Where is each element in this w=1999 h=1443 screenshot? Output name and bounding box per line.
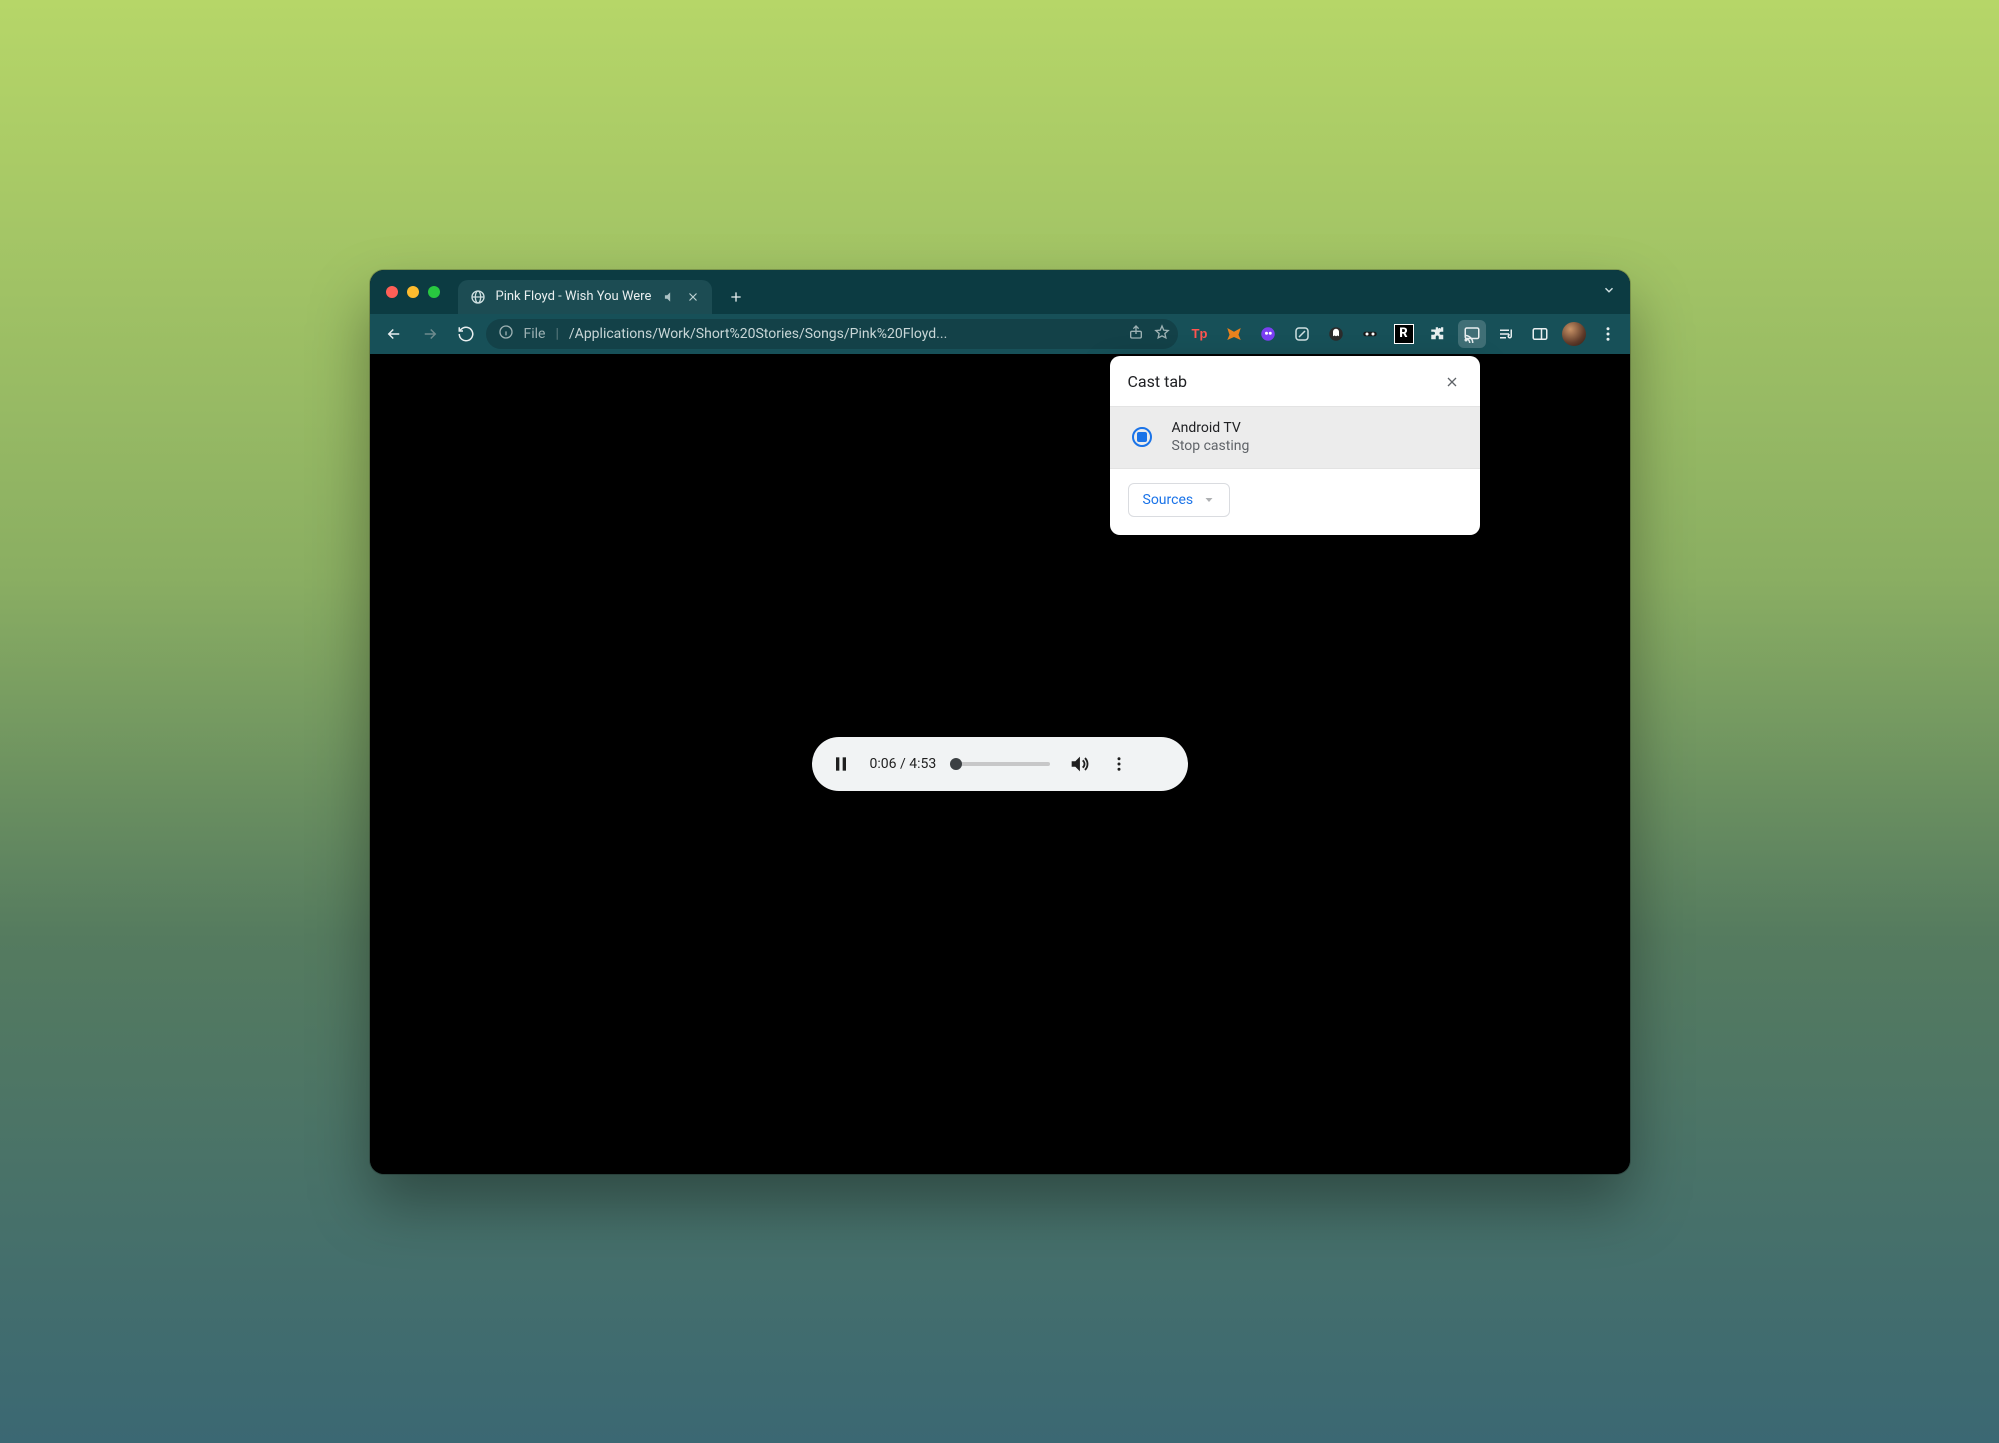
extension-row: Tp R [1182,320,1622,348]
minimize-window-button[interactable] [407,286,419,298]
chrome-window: Pink Floyd - Wish You Were [370,270,1630,1174]
site-info-icon[interactable] [498,324,514,344]
extension-tp[interactable]: Tp [1186,320,1214,348]
back-button[interactable] [378,318,410,350]
cast-device-name: Android TV [1172,419,1250,438]
cast-popup: Cast tab Android TV Stop casting Sources [1110,356,1480,536]
seek-slider[interactable] [954,762,1050,766]
cast-device-row[interactable]: Android TV Stop casting [1110,406,1480,470]
pause-button[interactable] [830,753,852,775]
new-tab-button[interactable] [722,283,750,311]
maximize-window-button[interactable] [428,286,440,298]
extensions-menu-icon[interactable] [1424,320,1452,348]
chevron-down-icon [1203,494,1215,506]
tab-strip: Pink Floyd - Wish You Were [370,270,1630,314]
tab-title: Pink Floyd - Wish You Were [496,289,652,304]
forward-button[interactable] [414,318,446,350]
playback-time: 0:06 / 4:53 [870,756,937,772]
extension-metamask[interactable] [1220,320,1248,348]
volume-icon[interactable] [1068,753,1090,775]
browser-tab[interactable]: Pink Floyd - Wish You Were [458,280,712,314]
audio-player: 0:06 / 4:53 [812,737,1188,791]
cast-sources-button[interactable]: Sources [1128,483,1231,517]
url-path: /Applications/Work/Short%20Stories/Songs… [569,326,1118,342]
cast-icon[interactable] [1458,320,1486,348]
avatar-icon [1562,322,1586,346]
bookmark-icon[interactable] [1154,324,1170,344]
close-tab-icon[interactable] [686,290,700,304]
address-bar[interactable]: File | /Applications/Work/Short%20Storie… [486,319,1178,349]
kebab-menu-icon[interactable] [1594,320,1622,348]
media-controls-icon[interactable] [1492,320,1520,348]
cast-title: Cast tab [1128,372,1188,391]
globe-icon [470,289,486,305]
side-panel-icon[interactable] [1526,320,1554,348]
toolbar: File | /Applications/Work/Short%20Storie… [370,314,1630,354]
tab-search-button[interactable] [1602,282,1616,301]
profile-avatar[interactable] [1560,320,1588,348]
cast-close-button[interactable] [1440,370,1464,394]
extension-ghost[interactable] [1322,320,1350,348]
extension-r[interactable]: R [1390,320,1418,348]
casting-active-icon [1132,427,1152,447]
share-icon[interactable] [1128,324,1144,344]
extension-mask[interactable] [1356,320,1384,348]
reload-button[interactable] [450,318,482,350]
url-scheme: File [524,326,546,342]
close-window-button[interactable] [386,286,398,298]
player-menu-icon[interactable] [1108,753,1130,775]
speaker-icon[interactable] [662,290,676,304]
extension-square[interactable] [1288,320,1316,348]
window-controls [380,270,450,314]
extension-purple[interactable] [1254,320,1282,348]
cast-device-action: Stop casting [1172,437,1250,456]
